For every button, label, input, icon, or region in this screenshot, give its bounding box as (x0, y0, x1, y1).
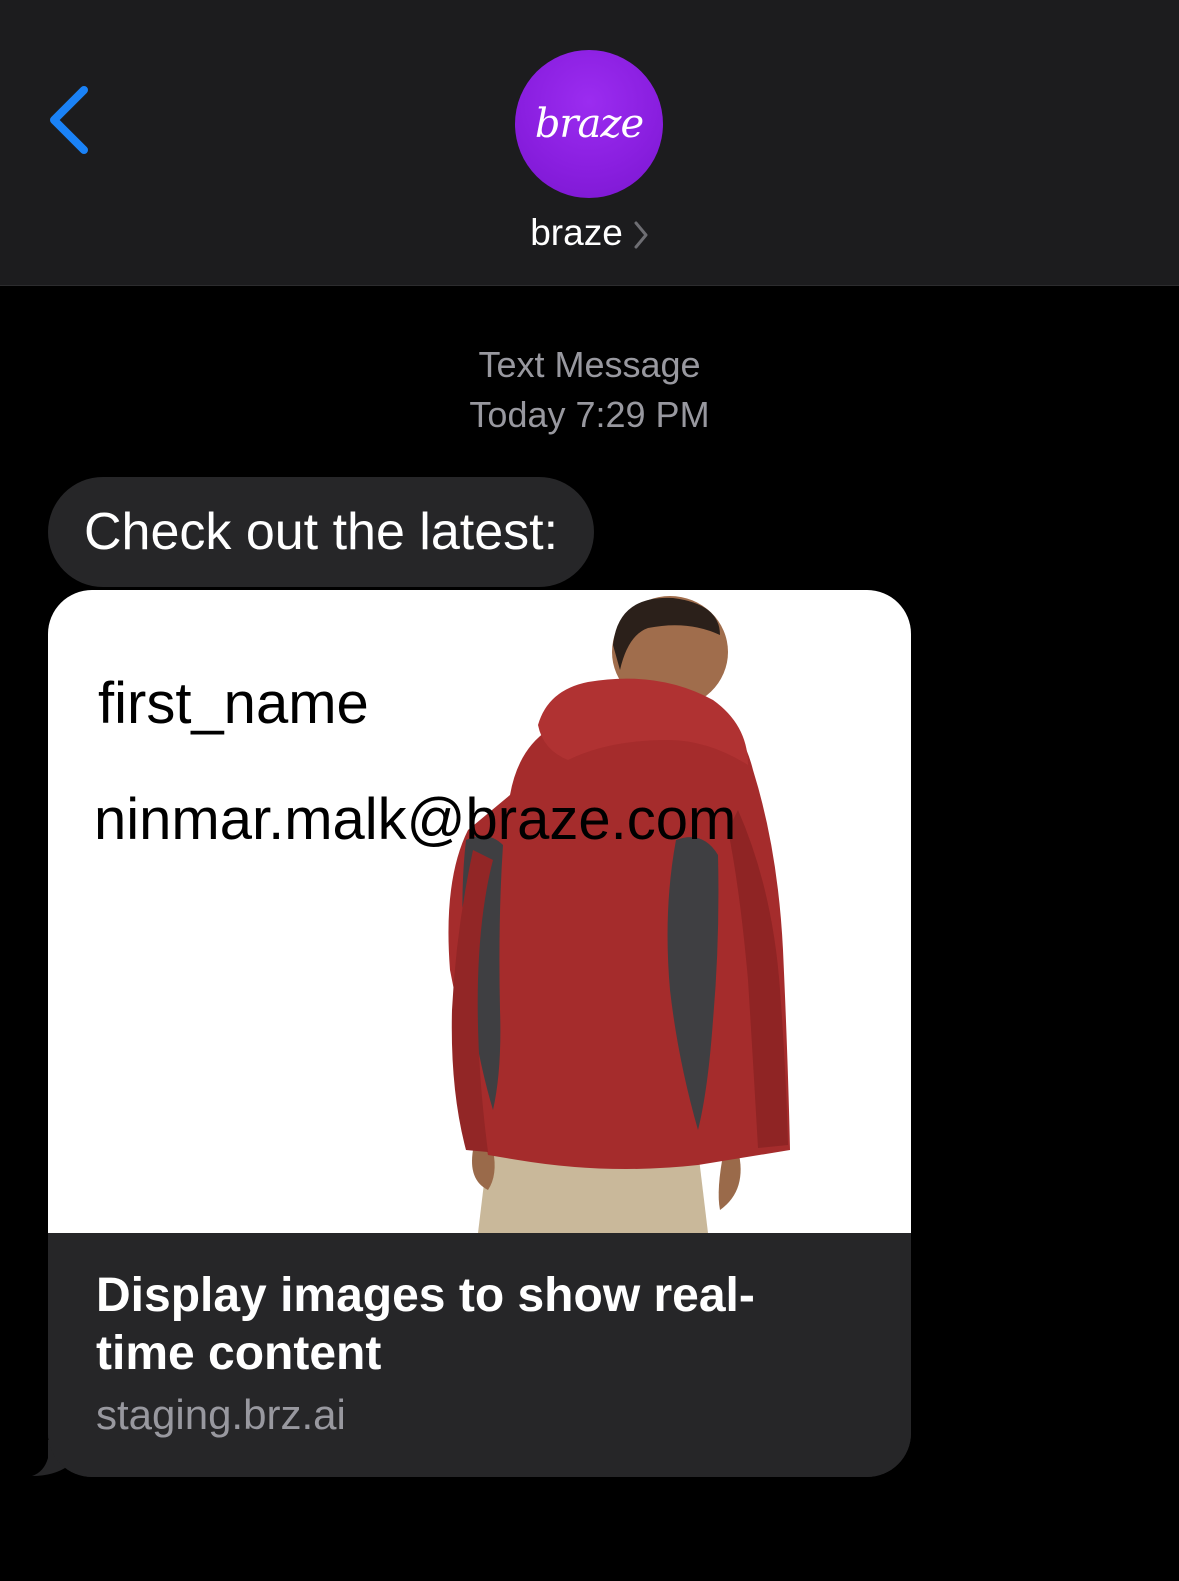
preview-image-text-first-name: first_name (98, 671, 369, 736)
message-timestamp: Today 7:29 PM (469, 394, 710, 435)
incoming-message-bubble[interactable]: Check out the latest: (48, 477, 595, 587)
messages-screen: braze braze Text Message Today 7:29 PM C… (0, 0, 1179, 1581)
link-preview-title: Display images to show real-time content (96, 1269, 755, 1380)
service-label: Text Message (478, 344, 701, 385)
link-preview-footer: Display images to show real-time content… (48, 1233, 911, 1477)
thread-meta: Text Message Today 7:29 PM (0, 340, 1179, 440)
chevron-left-icon (50, 86, 88, 154)
preview-image-text-email: ninmar.malk@braze.com (94, 787, 737, 852)
contact-name: braze (530, 212, 623, 253)
back-button[interactable] (40, 80, 100, 160)
chevron-right-icon (634, 221, 648, 249)
link-preview-image: first_name ninmar.malk@braze.com (48, 590, 911, 1233)
message-text: Check out the latest: (84, 503, 559, 561)
link-preview-card[interactable]: first_name ninmar.malk@braze.com Display… (48, 590, 911, 1477)
link-preview-domain: staging.brz.ai (96, 1391, 346, 1438)
conversation-header: braze braze (0, 0, 1179, 286)
avatar-logo-text: braze (534, 101, 644, 147)
contact-details-link[interactable]: braze (0, 212, 1179, 254)
contact-avatar[interactable]: braze (515, 50, 663, 198)
